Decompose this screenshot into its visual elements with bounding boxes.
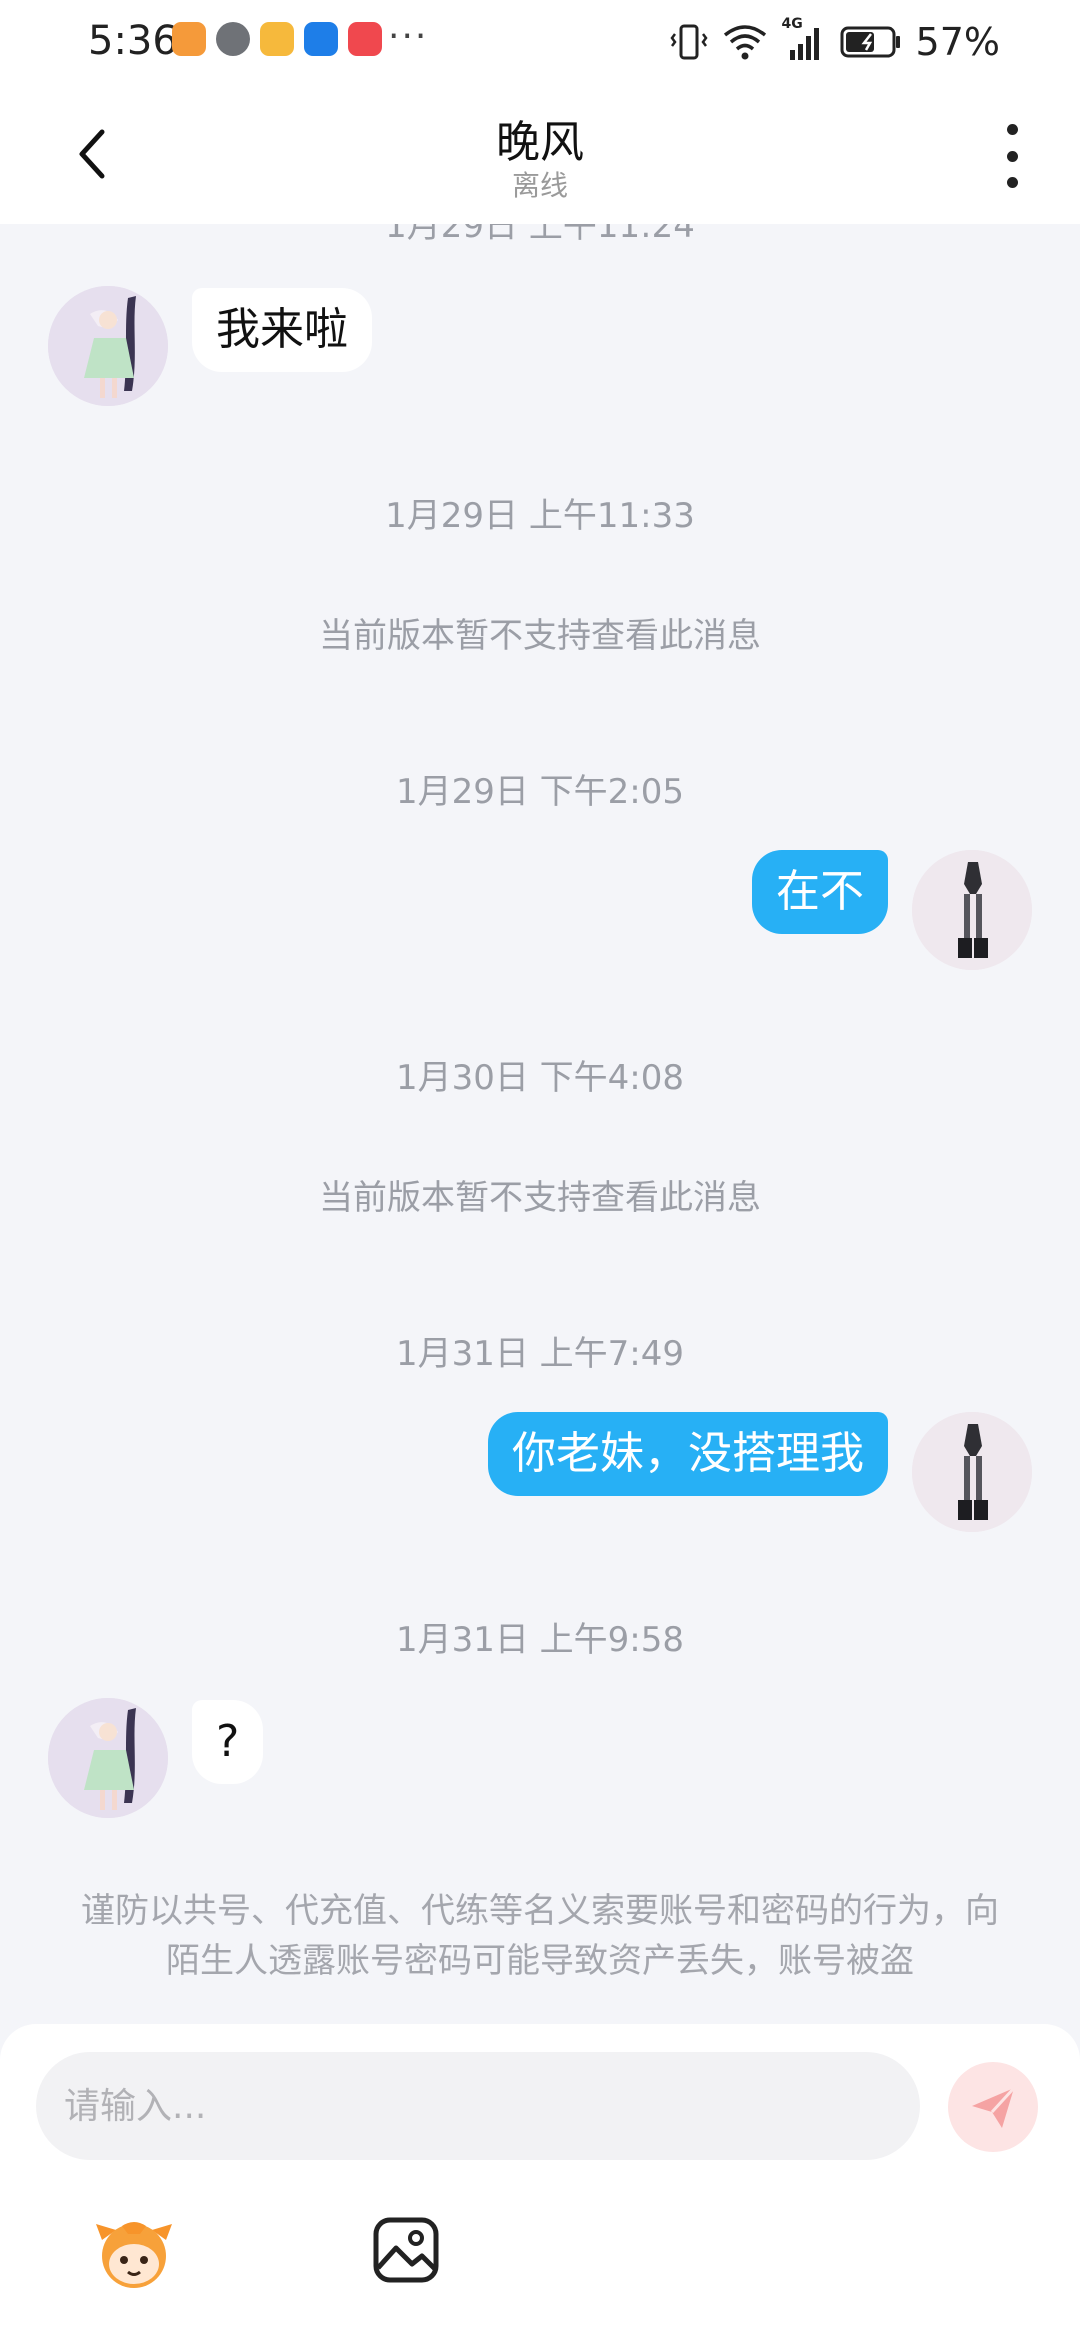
message-input[interactable]: [36, 2052, 920, 2160]
contact-avatar[interactable]: [48, 286, 168, 406]
wechat-icon: [216, 22, 250, 56]
chat-header: 晚风 离线: [0, 84, 1080, 224]
status-bar: 5:36 ··· 4G 57%: [0, 0, 1080, 84]
vibrate-icon: [669, 24, 708, 60]
message-timestamp: 1月29日 上午11:33: [385, 496, 695, 536]
message-composer: [0, 2024, 1080, 2340]
battery-percent: 57%: [915, 20, 1000, 64]
emoji-sticker-icon: [96, 2222, 172, 2288]
contact-status: 离线: [511, 169, 568, 202]
my-avatar[interactable]: [912, 1412, 1032, 1532]
system-message: 当前版本暂不支持查看此消息: [319, 616, 761, 656]
contact-name: 晚风: [496, 117, 584, 168]
message-bubble-received[interactable]: 我来啦: [192, 288, 372, 372]
message-bubble-received[interactable]: ?: [192, 1700, 264, 1784]
battery-icon: [840, 26, 900, 58]
security-warning: 谨防以共号、代充值、代练等名义索要账号和密码的行为，向陌生人透露账号密码可能导致…: [81, 1891, 999, 1981]
message-timestamp: 1月29日 下午2:05: [395, 772, 685, 812]
more-notifications-icon: ···: [388, 16, 429, 57]
message-timestamp: 1月29日 上午11:24: [385, 224, 695, 246]
cell-signal-icon: 4G: [782, 16, 826, 62]
send-button[interactable]: [948, 2062, 1038, 2152]
contact-avatar[interactable]: [48, 1698, 168, 1818]
message-timestamp: 1月31日 上午9:58: [395, 1620, 685, 1660]
video-app-icon: [172, 22, 206, 56]
image-button[interactable]: [370, 2214, 442, 2286]
message-timestamp: 1月31日 上午7:49: [395, 1334, 685, 1374]
app-icon: [260, 22, 294, 56]
more-options-button[interactable]: [992, 124, 1032, 188]
my-avatar[interactable]: [912, 850, 1032, 970]
status-right: 4G 57%: [669, 16, 1000, 64]
wifi-icon: [723, 25, 766, 60]
message-bubble-sent[interactable]: 你老妹，没搭理我: [488, 1412, 888, 1496]
message-bubble-sent[interactable]: 在不: [752, 850, 888, 934]
message-list[interactable]: 1月29日 上午11:24 我来啦 1月29日 上午11:33 当前版本暂不支持…: [0, 224, 1080, 2024]
system-message: 当前版本暂不支持查看此消息: [319, 1178, 761, 1218]
store-icon: [348, 22, 382, 56]
paper-plane-icon: [972, 2086, 1016, 2128]
notification-icons: [172, 22, 382, 56]
more-vertical-icon: [1006, 124, 1018, 135]
weather-icon: [304, 22, 338, 56]
sticker-button[interactable]: [92, 2210, 176, 2294]
image-icon: [373, 2217, 439, 2283]
status-time: 5:36: [88, 18, 178, 64]
message-timestamp: 1月30日 下午4:08: [395, 1058, 685, 1098]
